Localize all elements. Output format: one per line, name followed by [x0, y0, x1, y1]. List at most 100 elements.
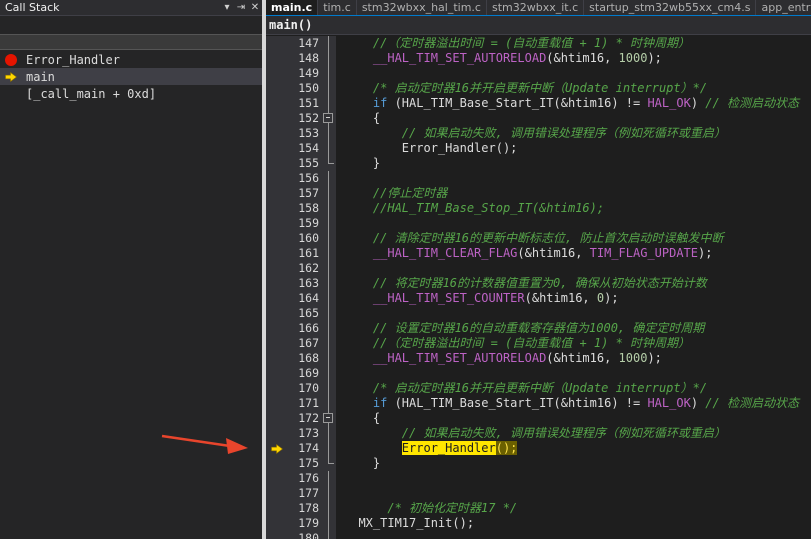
code-line[interactable]: // 清除定时器16的更新中断标志位, 防止首次启动时误触发中断 [336, 231, 811, 246]
fold-cell[interactable] [322, 111, 336, 126]
gutter-cell[interactable] [266, 351, 288, 366]
code-line[interactable] [336, 486, 811, 501]
code-line[interactable]: { [336, 111, 811, 126]
fold-cell [322, 141, 336, 156]
fold-cell [322, 486, 336, 501]
code-line[interactable]: if (HAL_TIM_Base_Start_IT(&htim16) != HA… [336, 96, 811, 111]
gutter-cell[interactable] [266, 486, 288, 501]
code-line[interactable] [336, 261, 811, 276]
code-line[interactable]: /* 初始化定时器17 */ [336, 501, 811, 516]
code-token: HAL_OK [647, 396, 691, 410]
editor-tab[interactable]: stm32wbxx_hal_tim.c [357, 0, 487, 15]
code-line[interactable]: __HAL_TIM_SET_COUNTER(&htim16, 0); [336, 291, 811, 306]
code-line[interactable]: /* 启动定时器16并开启更新中断（Update interrupt）*/ [336, 81, 811, 96]
gutter-cell[interactable] [266, 306, 288, 321]
gutter-cell[interactable] [266, 411, 288, 426]
gutter-cell[interactable] [266, 366, 288, 381]
gutter-cell[interactable] [266, 291, 288, 306]
code-line[interactable]: // 如果启动失败, 调用错误处理程序（例如死循环或重启） [336, 126, 811, 141]
code-line[interactable]: MX_TIM17_Init(); [336, 516, 811, 531]
gutter-cell[interactable] [266, 81, 288, 96]
code-line[interactable]: // 设置定时器16的自动重载寄存器值为1000, 确定定时周期 [336, 321, 811, 336]
gutter-cell[interactable] [266, 321, 288, 336]
call-stack-frame[interactable]: main [0, 68, 262, 85]
line-number: 155 [298, 156, 319, 170]
function-scope-bar[interactable]: main() [266, 16, 811, 35]
code-line[interactable]: } [336, 456, 811, 471]
gutter-cell[interactable] [266, 111, 288, 126]
dropdown-icon[interactable]: ▾ [220, 2, 234, 13]
gutter-cell[interactable] [266, 441, 288, 456]
editor-tab[interactable]: app_entry.c [756, 0, 811, 15]
breakpoint-gutter[interactable] [266, 36, 288, 539]
code-line[interactable]: // 将定时器16的计数器值重置为0, 确保从初始状态开始计数 [336, 276, 811, 291]
gutter-cell[interactable] [266, 471, 288, 486]
gutter-cell[interactable] [266, 51, 288, 66]
gutter-cell[interactable] [266, 126, 288, 141]
code-line[interactable]: //（定时器溢出时间 = (自动重载值 + 1) * 时钟周期） [336, 36, 811, 51]
line-number: 148 [298, 51, 319, 65]
collapse-icon[interactable] [323, 413, 333, 423]
code-line[interactable]: //（定时器溢出时间 = (自动重载值 + 1) * 时钟周期） [336, 336, 811, 351]
gutter-cell[interactable] [266, 381, 288, 396]
code-line[interactable]: Error_Handler(); [336, 441, 811, 456]
close-icon[interactable]: ✕ [248, 2, 262, 13]
gutter-cell[interactable] [266, 396, 288, 411]
code-line[interactable]: if (HAL_TIM_Base_Start_IT(&htim16) != HA… [336, 396, 811, 411]
code-line[interactable]: __HAL_TIM_SET_AUTORELOAD(&htim16, 1000); [336, 351, 811, 366]
collapse-icon[interactable] [323, 113, 333, 123]
gutter-cell[interactable] [266, 66, 288, 81]
code-text[interactable]: //（定时器溢出时间 = (自动重载值 + 1) * 时钟周期） __HAL_T… [336, 36, 811, 539]
code-line[interactable]: //停止定时器 [336, 186, 811, 201]
gutter-cell[interactable] [266, 531, 288, 539]
gutter-cell[interactable] [266, 96, 288, 111]
code-line[interactable]: // 如果启动失败, 调用错误处理程序（例如死循环或重启） [336, 426, 811, 441]
editor-tab[interactable]: tim.c [318, 0, 357, 15]
editor-tab[interactable]: startup_stm32wb55xx_cm4.s [584, 0, 757, 15]
gutter-cell[interactable] [266, 516, 288, 531]
editor-tab[interactable]: main.c [266, 0, 319, 15]
gutter-cell[interactable] [266, 216, 288, 231]
gutter-cell[interactable] [266, 276, 288, 291]
code-token: MX_TIM17_Init(); [344, 516, 475, 530]
fold-cell [322, 96, 336, 111]
code-line[interactable]: /* 启动定时器16并开启更新中断（Update interrupt）*/ [336, 381, 811, 396]
code-line[interactable] [336, 306, 811, 321]
code-line[interactable] [336, 366, 811, 381]
fold-cell [322, 276, 336, 291]
fold-cell [322, 531, 336, 539]
code-line[interactable] [336, 171, 811, 186]
code-line[interactable]: } [336, 156, 811, 171]
gutter-cell[interactable] [266, 456, 288, 471]
code-token: //（定时器溢出时间 = (自动重载值 + 1) * 时钟周期） [344, 336, 691, 350]
gutter-cell[interactable] [266, 141, 288, 156]
code-line[interactable]: __HAL_TIM_CLEAR_FLAG(&htim16, TIM_FLAG_U… [336, 246, 811, 261]
code-line[interactable] [336, 531, 811, 539]
fold-cell[interactable] [322, 411, 336, 426]
gutter-cell[interactable] [266, 426, 288, 441]
gutter-cell[interactable] [266, 261, 288, 276]
code-line[interactable]: { [336, 411, 811, 426]
code-line[interactable]: __HAL_TIM_SET_AUTORELOAD(&htim16, 1000); [336, 51, 811, 66]
gutter-cell[interactable] [266, 201, 288, 216]
pin-icon[interactable]: ⇥ [234, 2, 248, 13]
code-line[interactable] [336, 471, 811, 486]
gutter-cell[interactable] [266, 156, 288, 171]
gutter-cell[interactable] [266, 336, 288, 351]
gutter-cell[interactable] [266, 36, 288, 51]
code-token: //（定时器溢出时间 = (自动重载值 + 1) * 时钟周期） [344, 36, 691, 50]
code-line[interactable] [336, 66, 811, 81]
gutter-cell[interactable] [266, 231, 288, 246]
code-token: (HAL_TIM_Base_Start_IT(&htim16) != [387, 396, 648, 410]
gutter-cell[interactable] [266, 186, 288, 201]
code-line[interactable]: Error_Handler(); [336, 141, 811, 156]
gutter-cell[interactable] [266, 171, 288, 186]
editor-tab[interactable]: stm32wbxx_it.c [487, 0, 585, 15]
code-line[interactable]: //HAL_TIM_Base_Stop_IT(&htim16); [336, 201, 811, 216]
code-line[interactable] [336, 216, 811, 231]
gutter-cell[interactable] [266, 246, 288, 261]
code-token: /* 启动定时器16并开启更新中断（Update interrupt）*/ [344, 81, 708, 95]
gutter-cell[interactable] [266, 501, 288, 516]
call-stack-frame[interactable]: Error_Handler [0, 51, 262, 68]
call-stack-frame[interactable]: [_call_main + 0xd] [0, 85, 262, 102]
